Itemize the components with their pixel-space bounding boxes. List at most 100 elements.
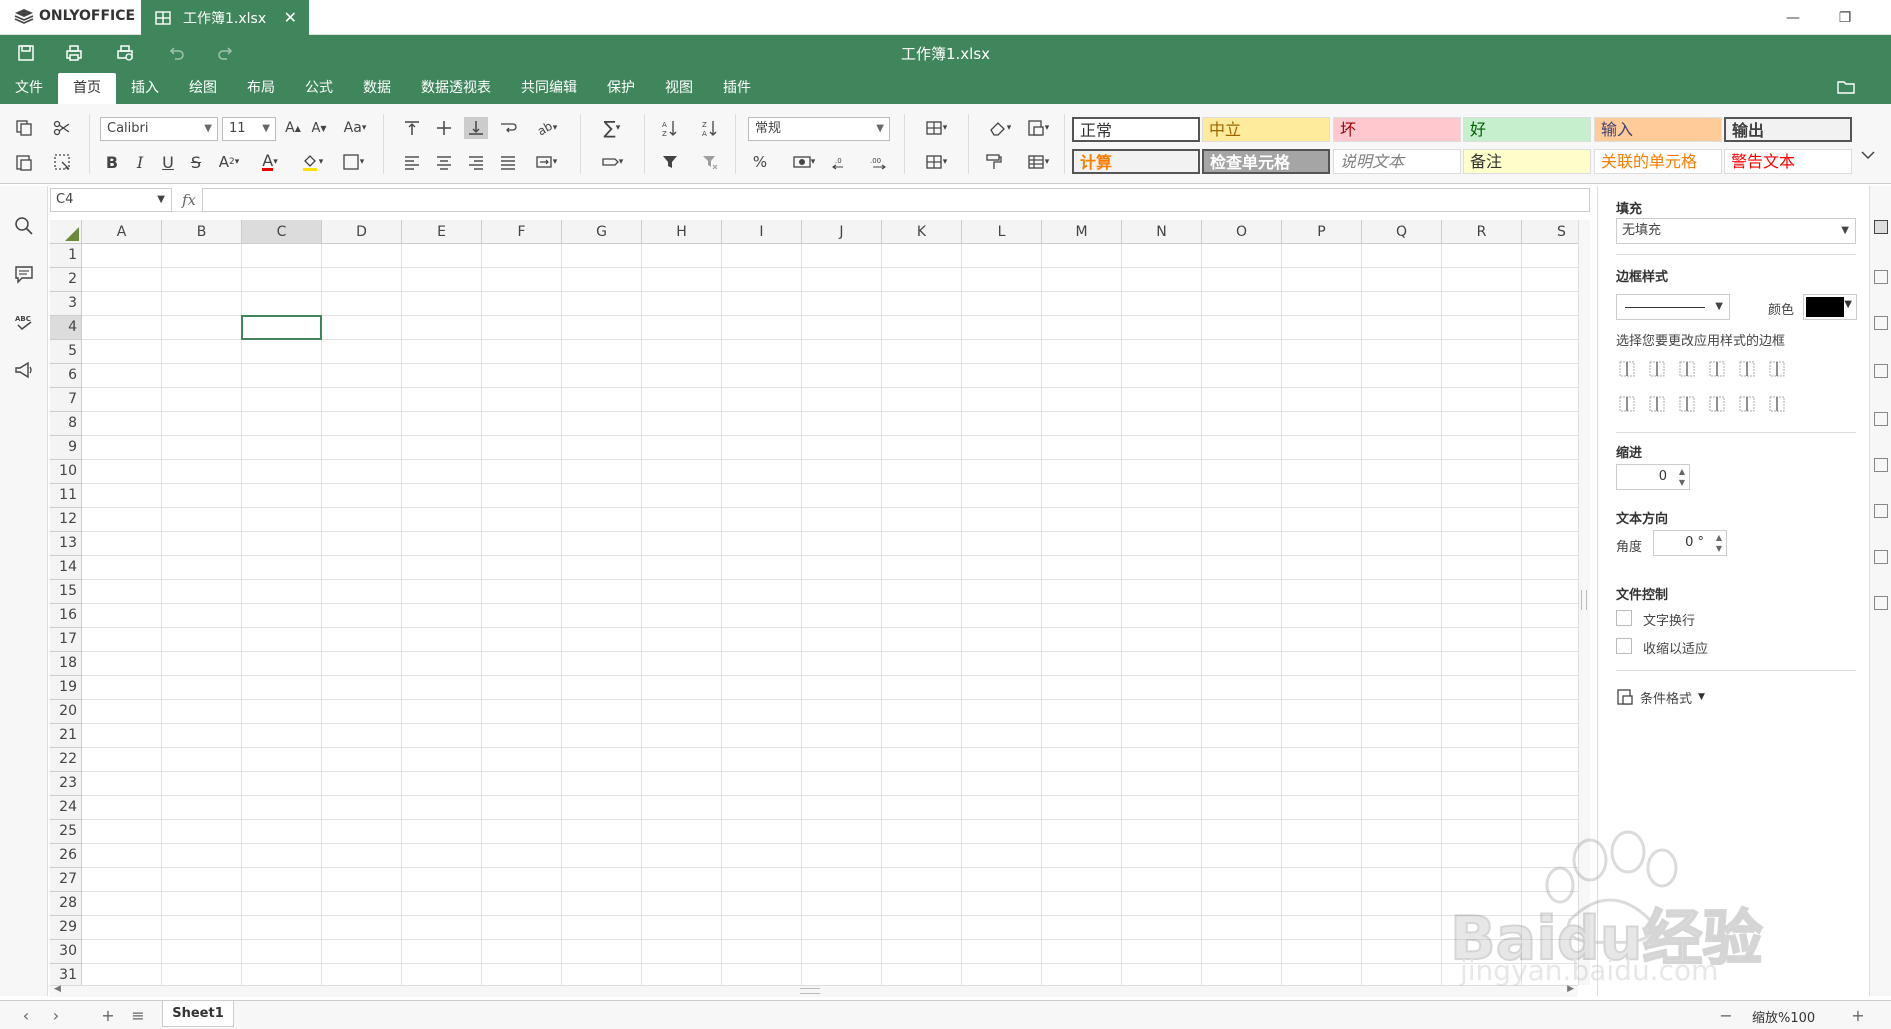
slicer-settings-tab-icon[interactable] [1874, 550, 1888, 564]
menu-item[interactable]: 布局 [232, 73, 290, 104]
search-button[interactable] [12, 214, 36, 238]
delete-cells-button[interactable]: ▾ [918, 151, 954, 173]
add-sheet-icon[interactable]: + [98, 1006, 118, 1026]
shape-settings-tab-icon[interactable] [1874, 364, 1888, 378]
conditional-formatting-button[interactable]: ▾ [1020, 117, 1056, 139]
row-header[interactable]: 18 [50, 652, 82, 676]
cell-style-item[interactable]: 计算 [1072, 149, 1200, 174]
column-header[interactable]: O [1202, 220, 1282, 244]
horizontal-scroll-thumb[interactable] [800, 988, 820, 994]
cell-style-item[interactable]: 备注 [1463, 149, 1591, 174]
border-color-picker[interactable]: ▼ [1803, 294, 1857, 320]
row-header[interactable]: 16 [50, 604, 82, 628]
justify-button[interactable] [496, 151, 520, 173]
paste-button[interactable] [12, 151, 36, 173]
spellcheck-button[interactable]: ABC [12, 310, 36, 334]
undo-button[interactable] [164, 43, 188, 63]
spinner-arrows-icon[interactable]: ▲ ▼ [1679, 466, 1685, 488]
row-header[interactable]: 26 [50, 844, 82, 868]
change-case-button[interactable]: Aa ▾ [338, 117, 372, 139]
row-header[interactable]: 21 [50, 724, 82, 748]
borders-button[interactable]: ▾ [336, 151, 370, 173]
column-header[interactable]: N [1122, 220, 1202, 244]
zoom-level[interactable]: 缩放%100 [1752, 1007, 1815, 1026]
accounting-style-button[interactable]: ▾ [786, 151, 822, 173]
row-header[interactable]: 22 [50, 748, 82, 772]
row-header[interactable]: 17 [50, 628, 82, 652]
border-style-select[interactable]: ▼ [1616, 294, 1730, 320]
border-option-button[interactable] [1646, 393, 1668, 415]
row-header[interactable]: 28 [50, 892, 82, 916]
menu-item[interactable]: 共同编辑 [506, 73, 592, 104]
cell-style-item[interactable]: 输入 [1594, 117, 1722, 142]
filter-button[interactable] [658, 151, 682, 173]
cell-style-item[interactable]: 说明文本 [1333, 149, 1461, 174]
font-color-button[interactable]: A ▾ [252, 151, 288, 173]
scroll-right-arrow-icon[interactable]: ▶ [1567, 984, 1574, 994]
table-settings-tab-icon[interactable] [1874, 270, 1888, 284]
align-bottom-button[interactable] [464, 117, 488, 139]
sort-descending-button[interactable]: ZA [698, 117, 722, 139]
row-header[interactable]: 20 [50, 700, 82, 724]
row-header[interactable]: 4 [50, 316, 82, 340]
column-header[interactable]: K [882, 220, 962, 244]
name-box[interactable]: C4 ▼ [50, 188, 172, 212]
align-left-button[interactable] [400, 151, 424, 173]
insert-cells-button[interactable]: ▾ [918, 117, 954, 139]
insert-function-button[interactable]: fx [178, 188, 200, 212]
spinner-arrows-icon[interactable]: ▲ ▼ [1716, 532, 1722, 554]
fill-select[interactable]: 无填充 ▼ [1616, 218, 1856, 244]
row-header[interactable]: 19 [50, 676, 82, 700]
feedback-button[interactable] [12, 358, 36, 382]
menu-item[interactable]: 插件 [708, 73, 766, 104]
italic-button[interactable]: I [128, 151, 152, 173]
orientation-button[interactable]: ab ▾ [528, 117, 564, 139]
select-all-corner[interactable] [50, 220, 82, 244]
row-header[interactable]: 25 [50, 820, 82, 844]
cell-style-item[interactable]: 正常 [1072, 117, 1200, 142]
menu-item[interactable]: 文件 [0, 73, 58, 104]
border-option-button[interactable] [1736, 358, 1758, 380]
save-button[interactable] [14, 43, 38, 63]
align-middle-button[interactable] [432, 117, 456, 139]
column-header[interactable]: P [1282, 220, 1362, 244]
quick-print-button[interactable] [113, 43, 137, 63]
angle-spinner[interactable]: 0 ° ▲ ▼ [1653, 530, 1727, 556]
styles-expand-button[interactable] [1856, 144, 1880, 166]
chart-settings-tab-icon[interactable] [1874, 412, 1888, 426]
signature-settings-tab-icon[interactable] [1874, 596, 1888, 610]
prev-sheet-icon[interactable]: ‹ [16, 1006, 36, 1026]
row-header[interactable]: 9 [50, 436, 82, 460]
spreadsheet-grid[interactable]: A B C D E F G H I J K L M N O P Q R S 1 2 3 4 5 6 7 8 9 10 11 12 13 14 15… [50, 220, 1578, 985]
row-header[interactable]: 12 [50, 508, 82, 532]
zoom-out-icon[interactable]: − [1716, 1006, 1736, 1026]
row-header[interactable]: 30 [50, 940, 82, 964]
underline-button[interactable]: U [156, 151, 180, 173]
cell-style-item[interactable]: 输出 [1724, 117, 1852, 142]
comments-button[interactable] [12, 262, 36, 286]
cell-style-item[interactable]: 警告文本 [1724, 149, 1852, 174]
autosum-button[interactable]: ∑ ▾ [594, 117, 630, 139]
minimize-button[interactable]: — [1768, 0, 1818, 35]
zoom-in-icon[interactable]: + [1848, 1006, 1868, 1026]
copy-style-button[interactable] [982, 151, 1006, 173]
menu-item[interactable]: 绘图 [174, 73, 232, 104]
horizontal-scrollbar[interactable]: ◀ ▶ [50, 984, 1578, 997]
cell-style-item[interactable]: 中立 [1202, 117, 1330, 142]
copy-button[interactable] [12, 117, 36, 139]
fill-color-button[interactable]: ▾ [294, 151, 330, 173]
align-top-button[interactable] [400, 117, 424, 139]
sort-ascending-button[interactable]: AZ [658, 117, 682, 139]
column-header[interactable]: R [1442, 220, 1522, 244]
pivot-settings-tab-icon[interactable] [1874, 504, 1888, 518]
print-button[interactable] [62, 43, 86, 63]
column-header[interactable]: J [802, 220, 882, 244]
selected-cell[interactable] [241, 315, 322, 340]
border-option-button[interactable] [1676, 358, 1698, 380]
border-option-button[interactable] [1766, 358, 1788, 380]
row-header[interactable]: 5 [50, 340, 82, 364]
font-size-select[interactable]: 11 ▼ [222, 117, 276, 141]
column-header[interactable]: E [402, 220, 482, 244]
document-tab[interactable]: 工作簿1.xlsx ✕ [141, 0, 309, 35]
row-header[interactable]: 13 [50, 532, 82, 556]
